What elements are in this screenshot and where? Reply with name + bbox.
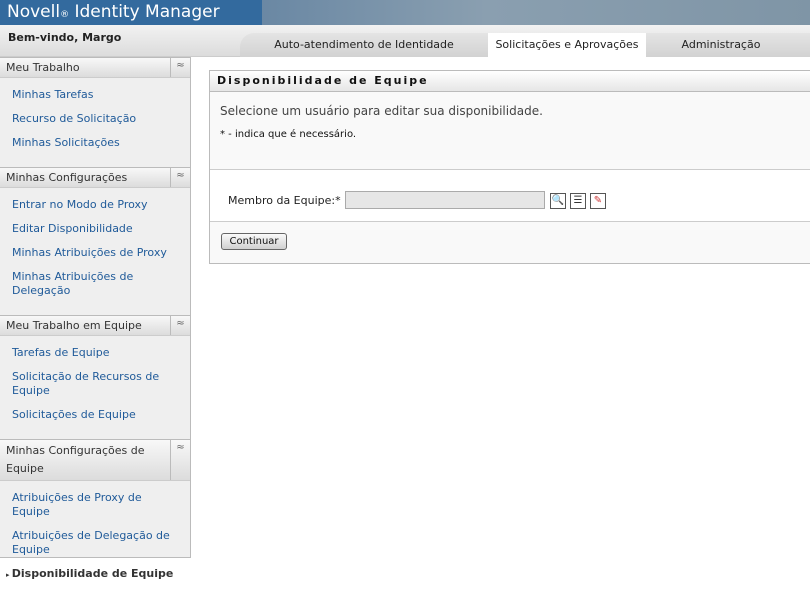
sidebar-item-team-proxy-assignments[interactable]: Atribuições de Proxy de Equipe bbox=[0, 486, 190, 524]
sidebar: Meu Trabalho ≈ Minhas Tarefas Recurso de … bbox=[0, 57, 191, 580]
sidebar-item-my-proxy-assignments[interactable]: Minhas Atribuições de Proxy bbox=[0, 241, 190, 265]
title-bar: Novell® Identity Manager bbox=[0, 0, 810, 25]
intro-text: Selecione um usuário para editar sua dis… bbox=[220, 104, 543, 118]
search-icon[interactable]: 🔍 bbox=[550, 193, 566, 209]
collapse-icon[interactable]: ≈ bbox=[170, 316, 190, 335]
section-header-my-settings[interactable]: Minhas Configurações ≈ bbox=[0, 167, 190, 188]
sidebar-item-team-tasks[interactable]: Tarefas de Equipe bbox=[0, 341, 190, 365]
form-row: Membro da Equipe:* 🔍 ☰ ✎ bbox=[210, 169, 810, 222]
tab-requests-approvals[interactable]: Solicitações e Aprovações bbox=[488, 33, 646, 57]
sidebar-item-team-availability[interactable]: ▸ Disponibilidade de Equipe bbox=[0, 562, 190, 587]
sidebar-item-request-resource[interactable]: Recurso de Solicitação bbox=[0, 107, 190, 131]
brand-name: Novell bbox=[7, 2, 61, 22]
tab-bar: Auto-atendimento de Identidade Solicitaç… bbox=[240, 33, 810, 57]
item-label: Disponibilidade de Equipe bbox=[11, 567, 174, 580]
sidebar-item-my-tasks[interactable]: Minhas Tarefas bbox=[0, 83, 190, 107]
section-header-my-work[interactable]: Meu Trabalho ≈ bbox=[0, 57, 190, 78]
registered-mark: ® bbox=[60, 10, 70, 20]
tab-identity-self-service[interactable]: Auto-atendimento de Identidade bbox=[240, 33, 488, 57]
section-title: Meu Trabalho bbox=[6, 61, 80, 74]
section-title: Minhas Configurações bbox=[6, 171, 128, 184]
section-header-team-settings[interactable]: Minhas Configurações de Equipe ≈ bbox=[0, 439, 190, 481]
sidebar-item-team-requests[interactable]: Solicitações de Equipe bbox=[0, 403, 190, 427]
tab-administration[interactable]: Administração bbox=[646, 33, 796, 57]
nav-bar: Bem-vindo, Margo Auto-atendimento de Ide… bbox=[0, 25, 810, 57]
panel-title: Disponibilidade de Equipe bbox=[210, 71, 810, 92]
history-list-icon[interactable]: ☰ bbox=[570, 193, 586, 209]
clear-icon[interactable]: ✎ bbox=[590, 193, 606, 209]
sidebar-item-my-delegate-assignments[interactable]: Minhas Atribuições de Delegação bbox=[0, 265, 190, 303]
team-member-input[interactable] bbox=[345, 191, 545, 209]
sidebar-item-proxy-mode[interactable]: Entrar no Modo de Proxy bbox=[0, 193, 190, 217]
collapse-icon[interactable]: ≈ bbox=[170, 168, 190, 187]
sidebar-item-team-resource-requests[interactable]: Solicitação de Recursos de Equipe bbox=[0, 365, 190, 403]
sidebar-item-team-delegate-assignments[interactable]: Atribuições de Delegação de Equipe bbox=[0, 524, 190, 562]
section-header-team-work[interactable]: Meu Trabalho em Equipe ≈ bbox=[0, 315, 190, 336]
product-name: Identity Manager bbox=[74, 2, 220, 22]
app-logo: Novell® Identity Manager bbox=[0, 0, 262, 25]
section-title: Meu Trabalho em Equipe bbox=[6, 319, 142, 332]
collapse-icon[interactable]: ≈ bbox=[170, 440, 190, 480]
collapse-icon[interactable]: ≈ bbox=[170, 58, 190, 77]
team-member-label: Membro da Equipe:* bbox=[228, 194, 341, 207]
continue-button[interactable]: Continuar bbox=[221, 233, 287, 250]
team-availability-panel: Disponibilidade de Equipe Selecione um u… bbox=[209, 70, 810, 264]
welcome-text: Bem-vindo, Margo bbox=[8, 31, 122, 44]
required-note: * - indica que é necessário. bbox=[220, 129, 357, 140]
section-title: Minhas Configurações de Equipe bbox=[6, 444, 145, 475]
sidebar-item-edit-availability[interactable]: Editar Disponibilidade bbox=[0, 217, 190, 241]
sidebar-item-my-requests[interactable]: Minhas Solicitações bbox=[0, 131, 190, 155]
